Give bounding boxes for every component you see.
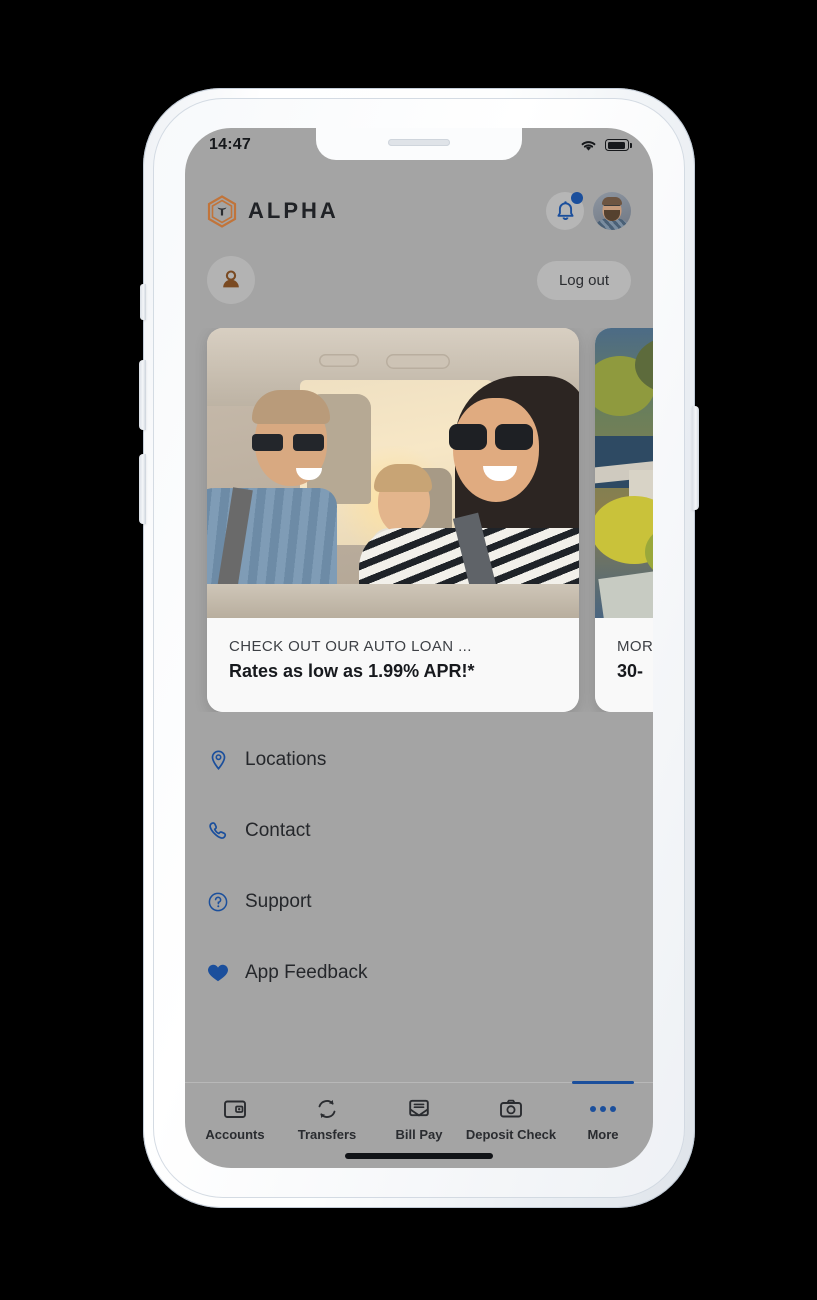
avatar[interactable]	[593, 192, 631, 230]
notifications-button[interactable]	[546, 192, 584, 230]
transfer-arrows-icon	[318, 1100, 336, 1118]
tab-label: Accounts	[205, 1127, 265, 1142]
tab-more[interactable]: More	[557, 1081, 649, 1142]
home-indicator[interactable]	[345, 1153, 493, 1159]
bell-icon	[556, 200, 574, 220]
tab-label: Bill Pay	[395, 1127, 443, 1142]
camera-icon	[500, 1099, 522, 1118]
power-side-button[interactable]	[692, 406, 699, 510]
menu-item-contact[interactable]: Contact	[207, 795, 631, 866]
app-header: ALPHA	[185, 162, 653, 230]
promo-kicker: CHECK OUT OUR AUTO LOAN ...	[229, 638, 472, 655]
menu-item-label: Support	[245, 890, 312, 912]
volume-up-button[interactable]	[139, 360, 146, 430]
promo-card-mortgage[interactable]: MOR 30-	[595, 328, 653, 712]
phone-icon	[207, 821, 229, 840]
man-sunglasses	[251, 434, 324, 451]
phone-mockup: 14:47 ALPHA Log out CHECK OUT OUR AUTO L…	[139, 88, 699, 1208]
promo-image-neighborhood	[595, 328, 653, 618]
tab-bill-pay[interactable]: Bill Pay	[373, 1083, 465, 1142]
tab-label: More	[587, 1127, 619, 1142]
earpiece-speaker	[388, 139, 450, 146]
wallet-icon	[224, 1100, 246, 1118]
profile-button[interactable]	[207, 256, 255, 304]
map-pin-icon	[207, 749, 229, 770]
menu-item-locations[interactable]: Locations	[207, 724, 631, 795]
app-container: ALPHA Log out CHECK OUT OUR AUTO LOAN ..…	[185, 128, 653, 1168]
promo-title: 30-	[617, 661, 644, 681]
status-indicators	[579, 138, 632, 152]
question-circle-icon	[207, 892, 229, 912]
promo-carousel[interactable]: CHECK OUT OUR AUTO LOAN ... Rates as low…	[185, 328, 653, 712]
menu-item-label: Contact	[245, 819, 311, 841]
envelope-icon	[409, 1099, 429, 1117]
battery-level	[607, 141, 625, 149]
menu-item-label: App Feedback	[245, 961, 368, 983]
phone-screen: 14:47 ALPHA Log out CHECK OUT OUR AUTO L…	[185, 128, 653, 1168]
battery-full-icon	[605, 139, 632, 151]
screenshot-stage: 14:47 ALPHA Log out CHECK OUT OUR AUTO L…	[0, 0, 817, 1300]
wifi-icon	[581, 141, 596, 151]
tab-transfers[interactable]: Transfers	[281, 1083, 373, 1142]
menu-item-app-feedback[interactable]: App Feedback	[207, 937, 631, 1008]
volume-down-button[interactable]	[139, 454, 146, 524]
avatar-hair	[602, 197, 622, 205]
mute-switch-button[interactable]	[140, 284, 146, 320]
neighborhood-scene	[595, 328, 653, 618]
man-hair	[251, 390, 330, 424]
user-row: Log out	[185, 230, 653, 304]
brand-name: ALPHA	[248, 198, 339, 223]
promo-card-auto-loan[interactable]: CHECK OUT OUR AUTO LOAN ... Rates as low…	[207, 328, 579, 712]
active-tab-indicator	[571, 1081, 635, 1084]
car-roof-vent-secondary	[318, 354, 359, 367]
promo-text-block: CHECK OUT OUR AUTO LOAN ... Rates as low…	[207, 618, 579, 712]
more-menu-list: Locations Contact Support App Feedback	[185, 712, 653, 1082]
house	[598, 565, 653, 618]
menu-item-label: Locations	[245, 748, 327, 770]
alpha-hexagon-logo-icon	[207, 194, 237, 228]
menu-item-support[interactable]: Support	[207, 866, 631, 937]
car-dashboard	[207, 584, 579, 618]
car-interior-scene	[207, 328, 579, 618]
tab-accounts[interactable]: Accounts	[189, 1083, 281, 1142]
heart-icon	[207, 963, 229, 983]
promo-kicker: MOR	[617, 638, 653, 655]
logout-button[interactable]: Log out	[536, 260, 631, 300]
promo-text-block: MOR 30-	[595, 618, 653, 712]
tab-label: Deposit Check	[465, 1127, 557, 1142]
phone-notch	[316, 128, 522, 160]
notification-badge	[571, 192, 583, 204]
tab-deposit-check[interactable]: Deposit Check	[465, 1083, 557, 1142]
car-roof-vent	[385, 354, 450, 369]
brand-lockup: ALPHA	[207, 194, 339, 228]
woman-sunglasses	[449, 424, 533, 450]
tab-label: Transfers	[297, 1127, 357, 1142]
promo-title: Rates as low as 1.99% APR!*	[229, 661, 475, 681]
header-actions	[546, 192, 631, 230]
promo-image-family-in-car	[207, 328, 579, 618]
woman-head	[453, 398, 539, 502]
avatar-glasses	[603, 205, 621, 209]
person-icon	[223, 270, 239, 288]
ellipsis-icon	[590, 1098, 616, 1120]
status-clock: 14:47	[209, 136, 251, 153]
